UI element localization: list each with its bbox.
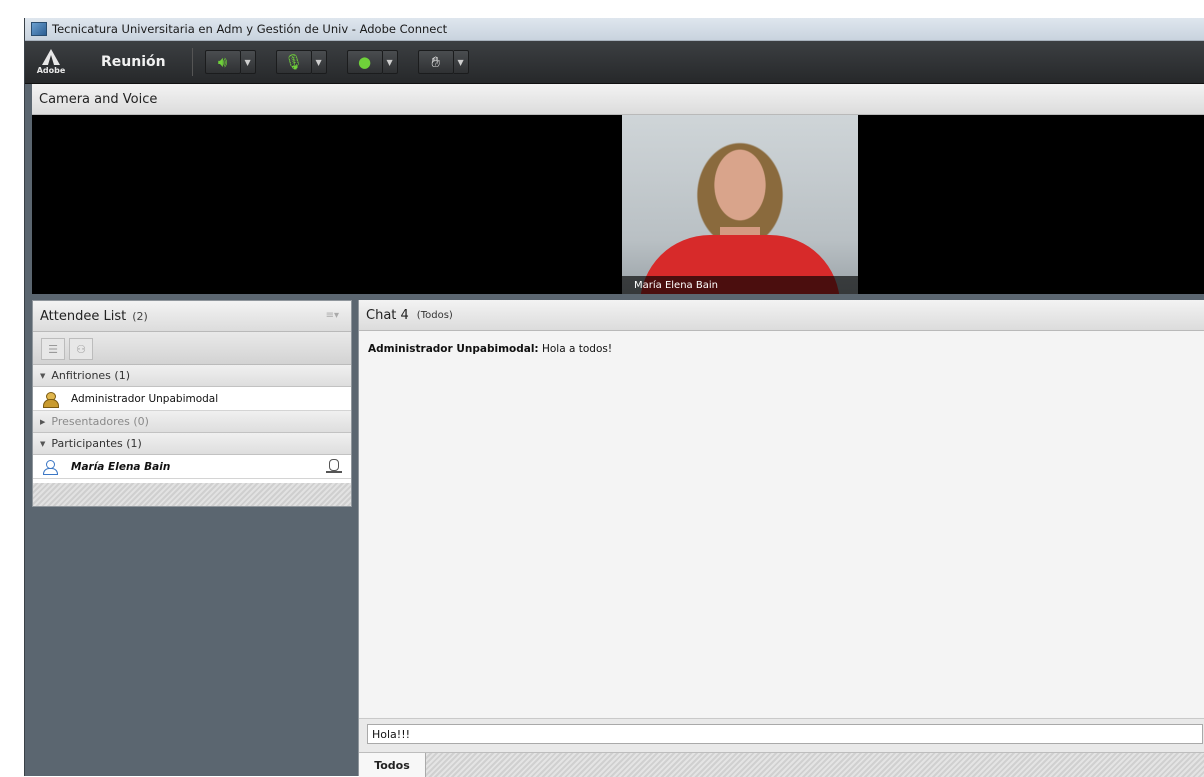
host-user-icon: [43, 391, 59, 408]
expand-right-icon: ▶: [40, 417, 46, 426]
participant-user-icon: [43, 459, 58, 475]
chat-tab-everyone[interactable]: Todos: [359, 753, 426, 777]
chat-message-text: Hola a todos!: [541, 343, 613, 355]
webcam-icon: ●: [358, 52, 372, 71]
participant-video[interactable]: María Elena Bain: [622, 115, 858, 294]
expand-down-icon: ▼: [40, 439, 46, 448]
video-participant-name: María Elena Bain: [634, 280, 718, 291]
group-participants-label: Participantes (1): [51, 437, 142, 450]
group-hosts[interactable]: ▼ Anfitriones (1): [33, 365, 351, 387]
attendee-name: Administrador Unpabimodal: [71, 392, 219, 405]
camera-pod-header: Camera and Voice: [32, 84, 1204, 115]
group-presenters-label: Presentadores (0): [51, 415, 149, 428]
status-view-icon: ⚇: [76, 342, 86, 356]
camera-pod-area: María Elena Bain: [32, 115, 1204, 294]
window-title: Tecnicatura Universitaria en Adm y Gesti…: [52, 22, 448, 36]
chat-message-sender: Administrador Unpabimodal:: [368, 343, 539, 355]
attendee-row-participant[interactable]: María Elena Bain: [33, 455, 351, 479]
chat-messages: Administrador Unpabimodal: Hola a todos!: [359, 331, 1204, 717]
speaker-tool: 🔊︎ ▼: [204, 50, 256, 74]
attendee-pod-title: Attendee List: [40, 308, 127, 324]
adobe-logo: Adobe: [37, 45, 65, 79]
attendee-pod-header: Attendee List (2) ≡▾: [33, 301, 351, 332]
attendee-count: (2): [132, 309, 148, 323]
attendee-row-host[interactable]: Administrador Unpabimodal: [33, 387, 351, 411]
menu-bar: Adobe Reunión 🔊︎ ▼ 🎙︎ ▼ ● ▼ ✋︎ ▼: [25, 41, 1204, 84]
raise-hand-button[interactable]: ✋︎: [417, 50, 454, 74]
group-hosts-label: Anfitriones (1): [51, 369, 130, 382]
chat-tab-bar: Todos: [359, 752, 1204, 777]
chat-message-input[interactable]: [367, 724, 1203, 744]
microphone-button[interactable]: 🎙︎: [275, 50, 312, 74]
chat-pod-header: Chat 4 (Todos): [359, 300, 1204, 331]
status-dropdown[interactable]: ▼: [453, 50, 469, 74]
chat-input-area: [359, 718, 1204, 753]
connect-app-icon: [31, 22, 47, 36]
menu-divider: [191, 48, 193, 76]
list-view-icon: ☰: [48, 342, 58, 356]
webcam-dropdown[interactable]: ▼: [382, 50, 398, 74]
speaker-dropdown[interactable]: ▼: [240, 50, 256, 74]
attendee-view-toolbar: ☰ ⚇: [33, 332, 351, 365]
webcam-tool: ● ▼: [346, 50, 398, 74]
camera-pod-title: Camera and Voice: [39, 91, 158, 107]
speaker-button[interactable]: 🔊︎: [204, 50, 241, 74]
adobe-logo-text: Adobe: [36, 66, 66, 75]
status-tool: ✋︎ ▼: [417, 50, 469, 74]
adobe-logo-mark-icon: [42, 49, 60, 65]
attendee-name: María Elena Bain: [71, 460, 171, 473]
microphone-icon: [326, 459, 342, 473]
group-participants[interactable]: ▼ Participantes (1): [33, 433, 351, 455]
screen: Tecnicatura Universitaria en Adm y Gesti…: [0, 0, 1204, 777]
speaker-icon: 🔊︎: [217, 52, 228, 71]
webcam-button[interactable]: ●: [346, 50, 383, 74]
chat-pod: Chat 4 (Todos) Administrador Unpabimodal…: [358, 300, 1204, 777]
expand-down-icon: ▼: [40, 371, 46, 380]
raise-hand-icon: ✋︎: [431, 52, 440, 71]
status-view-button[interactable]: ⚇: [69, 338, 93, 360]
microphone-icon: 🎙︎: [284, 52, 304, 71]
chat-audience: (Todos): [416, 309, 453, 321]
title-bar: Tecnicatura Universitaria en Adm y Gesti…: [25, 18, 1204, 41]
list-view-button[interactable]: ☰: [41, 338, 65, 360]
meeting-menu[interactable]: Reunión: [101, 54, 166, 70]
pod-options-icon[interactable]: ≡▾: [326, 310, 339, 321]
attendee-list-pod: Attendee List (2) ≡▾ ☰ ⚇ ▼ Anfitriones (…: [32, 300, 352, 507]
group-presenters[interactable]: ▶ Presentadores (0): [33, 411, 351, 433]
chat-message: Administrador Unpabimodal: Hola a todos!: [368, 343, 612, 355]
microphone-tool: 🎙︎ ▼: [275, 50, 327, 74]
chat-pod-title: Chat 4: [366, 307, 409, 323]
microphone-dropdown[interactable]: ▼: [311, 50, 327, 74]
attendee-pod-footer: [33, 483, 351, 506]
